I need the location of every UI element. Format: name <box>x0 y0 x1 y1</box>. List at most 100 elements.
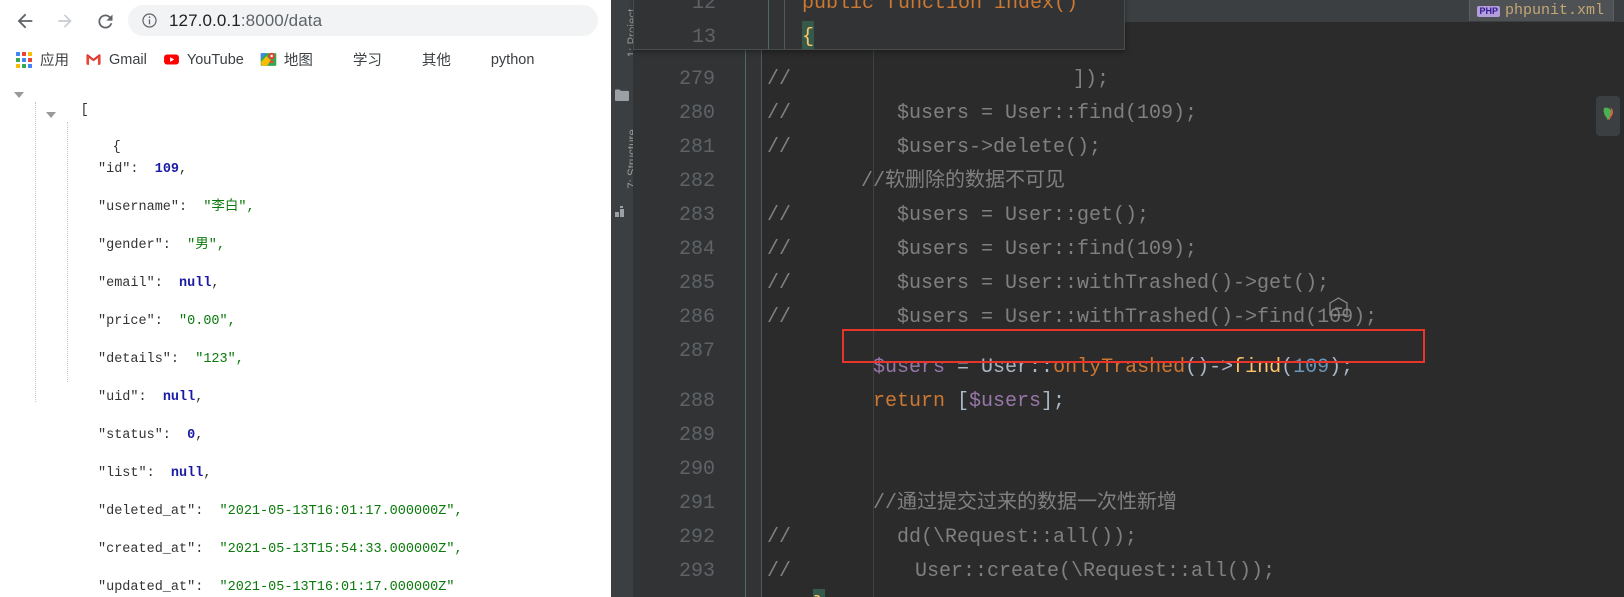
bookmark-label: python <box>490 51 535 68</box>
code-line[interactable]: 291 //通过提交过来的数据一次性新增 <box>633 487 1624 521</box>
code-line[interactable]: 285 // $users = User::withTrashed()->get… <box>633 267 1624 301</box>
line-code: $users = User::find(109); <box>897 238 1198 261</box>
sticky-line-code: { <box>802 21 815 49</box>
sticky-line[interactable]: 12 public function index() <box>634 0 1124 21</box>
collapse-array-triangle[interactable] <box>14 92 24 98</box>
code-line[interactable]: } <box>633 589 1624 597</box>
line-number: 288 <box>678 390 715 413</box>
comment-slashes: // <box>767 560 792 583</box>
line-code: $users = User::get(); <box>897 204 1150 227</box>
structure-icon <box>615 205 629 217</box>
line-code: $users = User::onlyTrashed()->find(109); <box>873 356 1354 379</box>
json-viewer: [ { "id": 109, "username": "李白", "gender… <box>0 78 611 597</box>
inspections-widget-icon[interactable] <box>1596 96 1620 136</box>
bookmark-label: 学习 <box>352 53 382 69</box>
bookmark-label: 其他 <box>421 53 451 69</box>
bookmark-folder-python[interactable]: python <box>461 46 541 74</box>
json-field: "gender": "男", <box>98 238 225 253</box>
google-maps-icon <box>260 51 277 68</box>
code-line[interactable]: 279 // ]); <box>633 63 1624 97</box>
gmail-icon <box>85 51 102 68</box>
line-code: $users->delete(); <box>897 136 1102 159</box>
line-number: 287 <box>678 340 715 363</box>
line-number: 285 <box>678 272 715 295</box>
json-field: "username": "李白", <box>98 200 255 215</box>
code-line[interactable]: 286 // $users = User::withTrashed()->fin… <box>633 301 1624 335</box>
code-line[interactable]: 290 <box>633 453 1624 487</box>
json-field: "deleted_at": "2021-05-13T16:01:17.00000… <box>98 504 463 519</box>
bookmark-apps[interactable]: 应用 <box>10 46 75 74</box>
json-field: "email": null, <box>98 276 220 291</box>
url-host: 127.0.0.1 <box>169 10 241 30</box>
folder-icon <box>398 51 415 68</box>
sticky-line-code: public function index() <box>802 0 1079 15</box>
code-line-highlighted[interactable]: 287 $users = User::onlyTrashed()->find(1… <box>633 340 1624 385</box>
line-number: 281 <box>678 136 715 159</box>
line-number: 293 <box>678 560 715 583</box>
line-number: 284 <box>678 238 715 261</box>
comment-slashes: // <box>767 68 792 91</box>
bookmarks-bar: 应用 Gmail YouTube 地图 学习 其他 python <box>0 41 611 79</box>
comment-slashes: // <box>767 102 792 125</box>
tab-phpunit-xml[interactable]: PHP phpunit.xml <box>1469 0 1614 21</box>
json-field: "status": 0, <box>98 428 204 443</box>
tool-window-stripe: 1: Project 7: Structure <box>611 0 639 597</box>
code-line[interactable]: 282 //软删除的数据不可见 <box>633 165 1624 199</box>
php-file-icon: PHP <box>1477 6 1500 17</box>
bookmark-label: Gmail <box>109 51 147 68</box>
line-code: return [$users]; <box>873 390 1066 413</box>
code-line[interactable]: 283 // $users = User::get(); <box>633 199 1624 233</box>
forward-button[interactable] <box>48 4 82 38</box>
collapse-fold-icon[interactable] <box>1329 297 1348 316</box>
json-field: "price": "0.00", <box>98 314 236 329</box>
bookmark-folder-study[interactable]: 学习 <box>323 46 388 74</box>
line-number: 282 <box>678 170 715 193</box>
code-line[interactable]: 288 return [$users]; <box>633 385 1624 419</box>
line-code: //软删除的数据不可见 <box>861 170 1066 193</box>
bookmark-label: 地图 <box>283 53 313 69</box>
line-code: //通过提交过来的数据一次性新增 <box>873 492 1178 515</box>
reload-button[interactable] <box>88 4 122 38</box>
code-line[interactable]: 289 <box>633 419 1624 453</box>
arrow-right-icon <box>58 14 72 28</box>
line-code: } <box>813 589 826 597</box>
json-brace-open: { <box>112 140 121 155</box>
code-line[interactable]: 281 // $users->delete(); <box>633 131 1624 165</box>
line-number: 283 <box>678 204 715 227</box>
line-code: $users = User::withTrashed()->get(); <box>897 272 1330 295</box>
apps-grid-icon <box>16 51 33 68</box>
back-button[interactable] <box>8 4 42 38</box>
comment-slashes: // <box>767 272 792 295</box>
bookmark-gmail[interactable]: Gmail <box>79 46 153 74</box>
code-line[interactable]: 280 // $users = User::find(109); <box>633 97 1624 131</box>
line-number: 286 <box>678 306 715 329</box>
bookmark-maps[interactable]: 地图 <box>254 46 319 74</box>
comment-slashes: // <box>767 136 792 159</box>
line-code: $users = User::find(109); <box>897 102 1198 125</box>
line-number: 292 <box>678 526 715 549</box>
sticky-line-number: 13 <box>691 26 716 49</box>
sticky-line[interactable]: 13 { <box>634 21 1124 49</box>
bookmark-youtube[interactable]: YouTube <box>157 46 250 74</box>
comment-slashes: // <box>767 204 792 227</box>
json-field: "uid": null, <box>98 390 204 405</box>
folder-icon <box>467 51 484 68</box>
comment-slashes: // <box>767 526 792 549</box>
code-line[interactable]: 284 // $users = User::find(109); <box>633 233 1624 267</box>
address-bar-url: 127.0.0.1:8000/data <box>169 11 322 31</box>
address-bar[interactable]: 127.0.0.1:8000/data <box>128 5 598 36</box>
info-circle-icon[interactable] <box>140 12 158 30</box>
code-line[interactable]: 292 // dd(\Request::all()); <box>633 521 1624 555</box>
code-editor[interactable]: 279 // ]); 280 // $users = User::find(10… <box>633 22 1624 597</box>
line-code: User::create(\Request::all()); <box>915 560 1276 583</box>
json-field: "list": null, <box>98 466 212 481</box>
line-number: 291 <box>678 492 715 515</box>
browser-toolbar: 127.0.0.1:8000/data <box>0 0 611 41</box>
bookmark-folder-other[interactable]: 其他 <box>392 46 457 74</box>
bookmark-label: YouTube <box>186 51 244 68</box>
arrow-left-icon <box>17 13 33 29</box>
folder-icon <box>329 51 346 68</box>
code-line[interactable]: 293 // User::create(\Request::all()); <box>633 555 1624 589</box>
line-number: 289 <box>678 424 715 447</box>
ide-window: 1: Project 7: Structure PHP phpunit.xml … <box>611 0 1624 597</box>
